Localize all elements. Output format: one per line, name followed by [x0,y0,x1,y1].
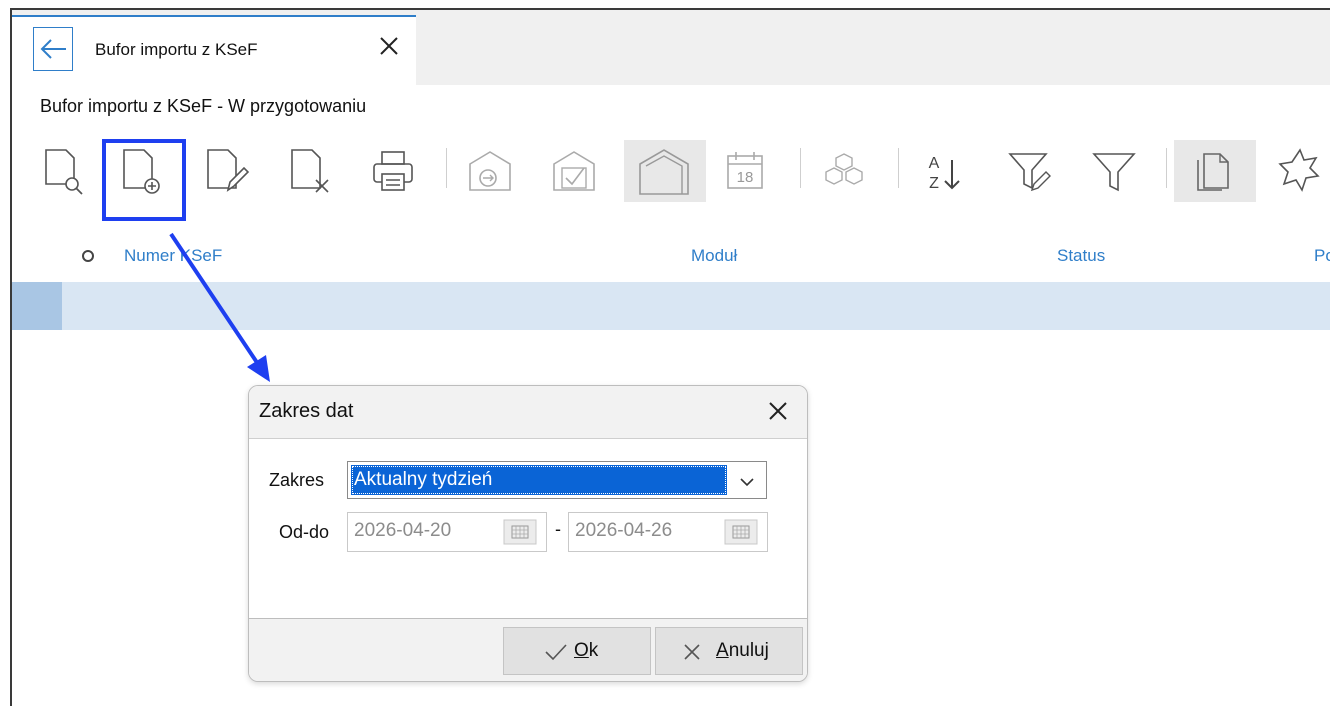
date-from-value: 2026-04-20 [354,520,452,541]
close-icon [684,644,700,660]
dialog-header: Zakres dat [249,386,807,439]
calendar-picker-icon[interactable] [724,519,758,545]
chevron-down-icon[interactable] [736,470,758,492]
calendar-picker-icon[interactable] [503,519,537,545]
dialog-footer: Ok Anuluj [249,618,807,681]
date-separator: - [555,519,561,539]
range-select[interactable]: Aktualny tydzień [347,461,767,499]
close-icon[interactable] [765,398,791,424]
ok-button-label: Ok [574,640,599,661]
checkmark-icon [545,644,567,661]
dates-label: Od-do [279,522,330,542]
range-select-value: Aktualny tydzień [351,465,727,495]
date-to-value: 2026-04-26 [575,520,673,541]
range-label: Zakres [269,470,325,490]
dialog-title: Zakres dat [259,400,354,422]
date-range-dialog: Zakres dat Zakres Aktualny tydzień Od-do… [248,385,808,682]
ok-button[interactable]: Ok [503,627,651,675]
date-from-field[interactable]: 2026-04-20 [347,512,547,552]
cancel-button[interactable]: Anuluj [655,627,803,675]
date-to-field[interactable]: 2026-04-26 [568,512,768,552]
cancel-button-label: Anuluj [716,640,769,661]
